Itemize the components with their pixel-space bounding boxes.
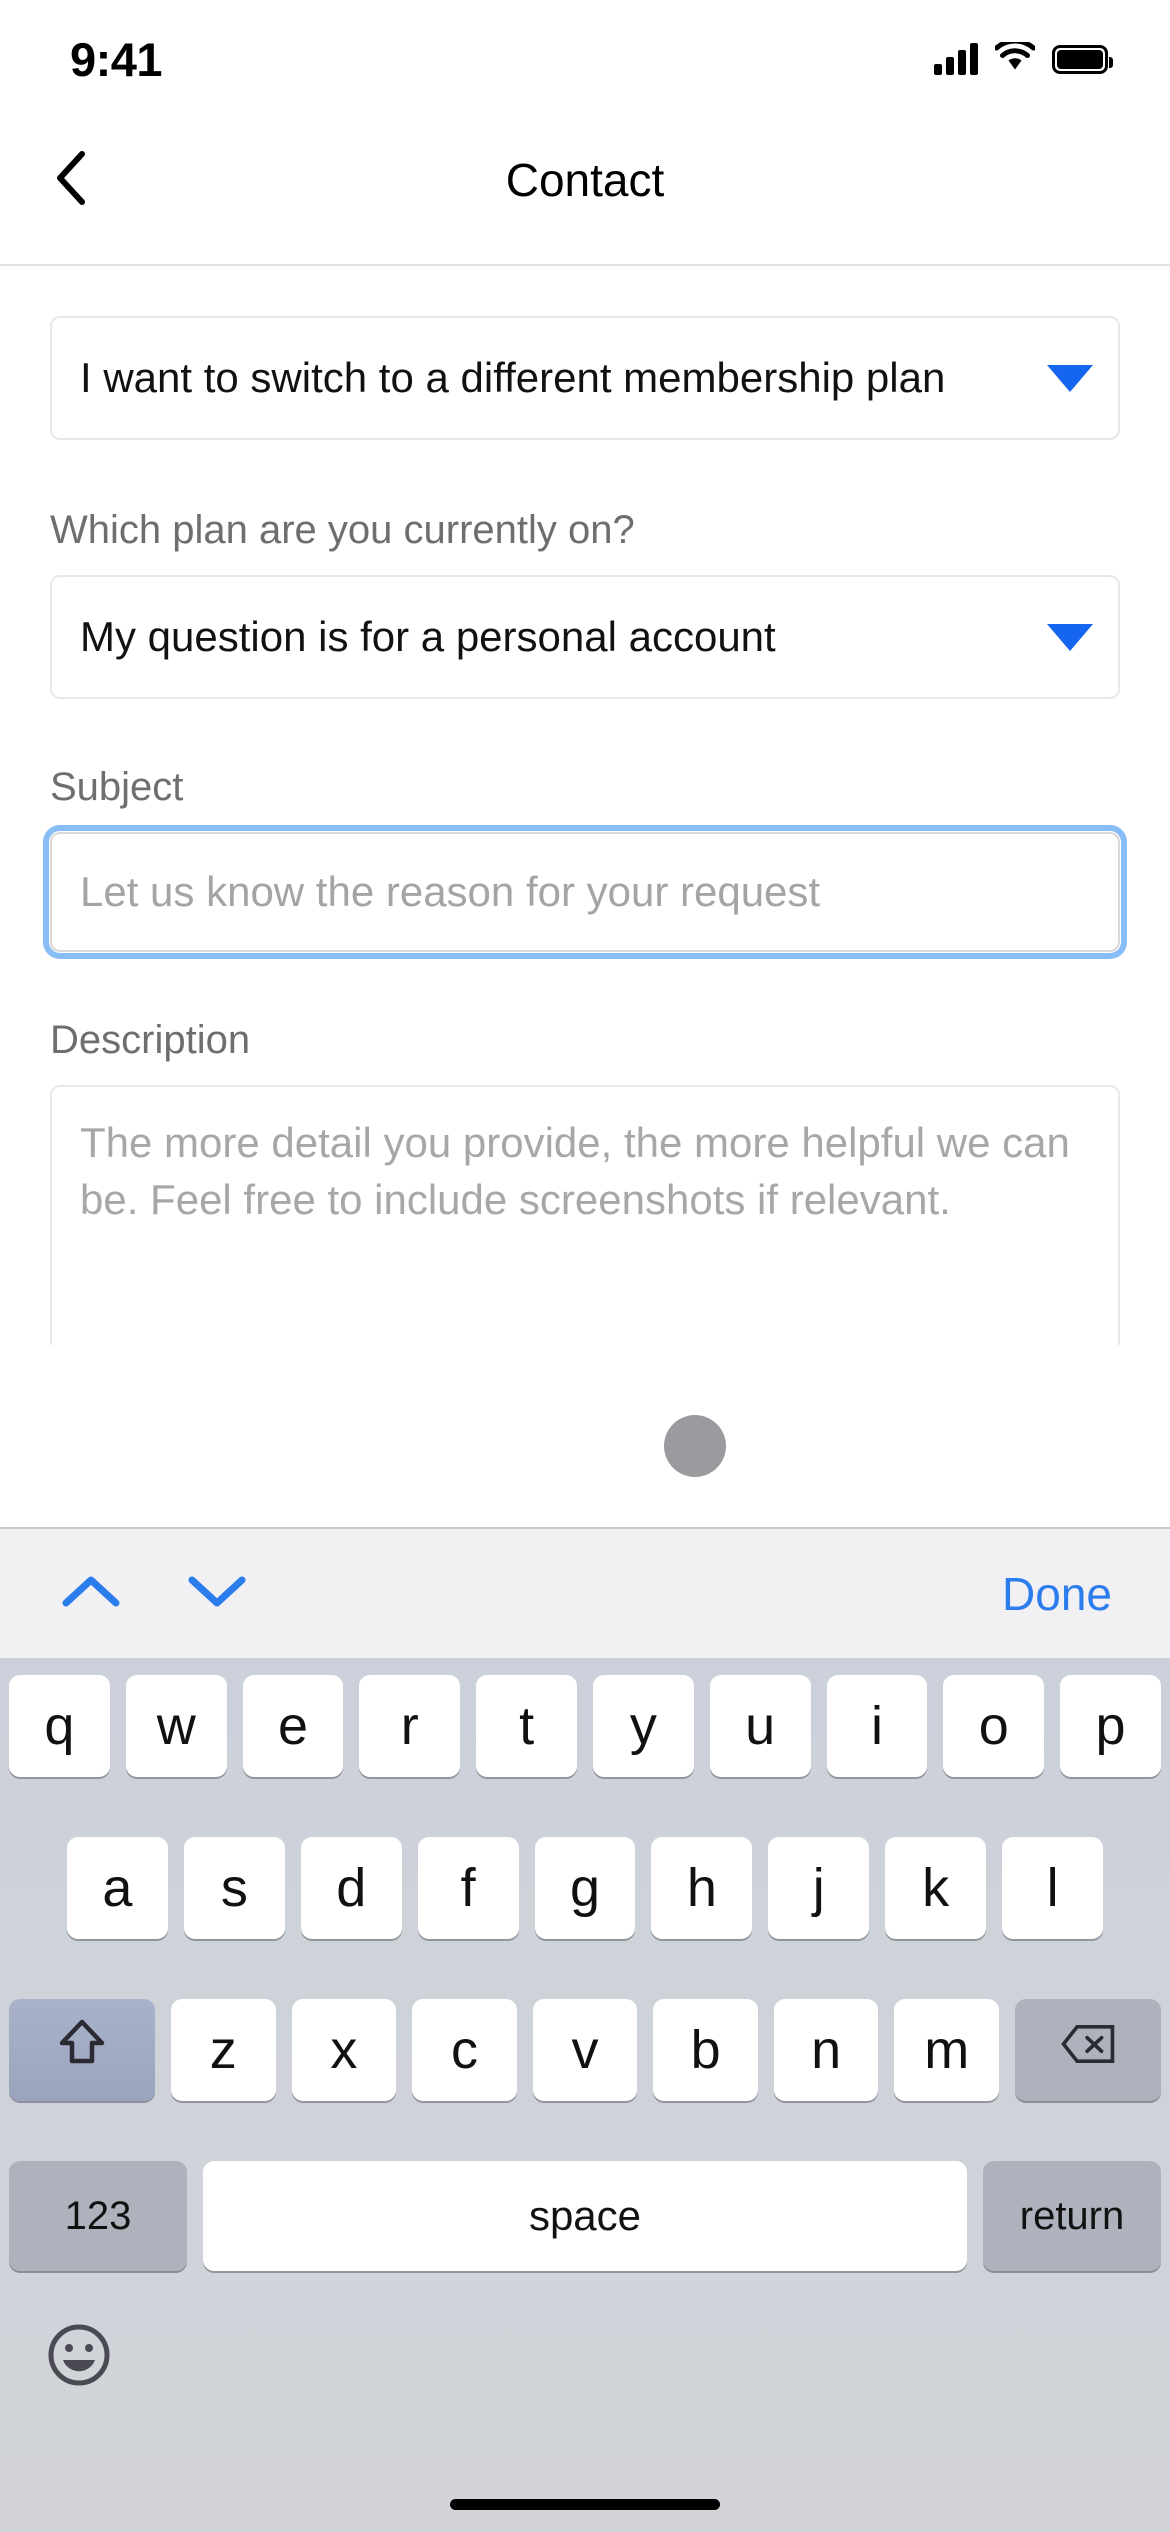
topic-select-value: I want to switch to a different membersh… <box>80 354 946 401</box>
contact-form: I want to switch to a different membersh… <box>0 268 1170 1527</box>
triangle-down-icon <box>1022 623 1118 651</box>
plan-select[interactable]: My question is for a personal account <box>50 575 1120 699</box>
subject-label: Subject <box>50 765 184 809</box>
chevron-down-icon <box>186 1571 248 1616</box>
status-icons <box>934 38 1113 77</box>
description-label: Description <box>50 1018 251 1062</box>
keyboard-bottom-bar <box>0 2308 1170 2428</box>
key-n[interactable]: n <box>773 1999 879 2101</box>
key-b[interactable]: b <box>653 1999 758 2101</box>
battery-icon <box>1052 44 1113 74</box>
touch-point <box>664 1415 726 1477</box>
key-q[interactable]: q <box>9 1675 110 1777</box>
status-time: 9:41 <box>70 32 163 86</box>
nav-bar: Contact <box>0 96 1170 266</box>
key-i[interactable]: i <box>826 1675 928 1777</box>
key-t[interactable]: t <box>476 1675 577 1777</box>
chevron-up-icon <box>60 1571 122 1616</box>
emoji-key[interactable] <box>46 2322 112 2388</box>
triangle-down-icon <box>1022 364 1118 392</box>
return-key[interactable]: return <box>983 2161 1161 2271</box>
key-x[interactable]: x <box>291 1999 397 2101</box>
prev-field-button[interactable] <box>55 1558 127 1630</box>
backspace-key[interactable] <box>1015 1999 1162 2101</box>
on-screen-keyboard: q w e r t y u i o p a s d f g h j k l z … <box>0 1658 1170 2532</box>
key-a[interactable]: a <box>67 1837 168 1939</box>
keyboard-row-2: a s d f g h j k l <box>0 1837 1170 1939</box>
emoji-smiley-icon <box>46 2324 112 2392</box>
description-placeholder: The more detail you provide, the more he… <box>80 1119 1070 1223</box>
key-y[interactable]: y <box>592 1675 694 1777</box>
description-textarea[interactable]: The more detail you provide, the more he… <box>50 1085 1120 1345</box>
numbers-key[interactable]: 123 <box>9 2161 187 2271</box>
key-w[interactable]: w <box>125 1675 227 1777</box>
shift-key[interactable] <box>9 1999 155 2101</box>
cellular-signal-icon <box>934 43 978 75</box>
key-k[interactable]: k <box>885 1837 987 1939</box>
key-g[interactable]: g <box>534 1837 636 1939</box>
wifi-icon <box>994 38 1036 77</box>
field-nav-buttons <box>55 1558 253 1630</box>
key-f[interactable]: f <box>417 1837 519 1939</box>
key-d[interactable]: d <box>300 1837 402 1939</box>
key-c[interactable]: c <box>412 1999 517 2101</box>
key-u[interactable]: u <box>709 1675 811 1777</box>
keyboard-row-1: q w e r t y u i o p <box>0 1675 1170 1777</box>
backspace-icon <box>1059 2015 1117 2086</box>
phone-screen: 9:41 Contact I want to switch to a diffe… <box>0 0 1170 2532</box>
keyboard-accessory-bar: Done <box>0 1527 1170 1658</box>
plan-label: Which plan are you currently on? <box>50 508 635 552</box>
key-p[interactable]: p <box>1060 1675 1161 1777</box>
plan-select-value: My question is for a personal account <box>80 613 776 660</box>
key-s[interactable]: s <box>183 1837 285 1939</box>
key-m[interactable]: m <box>894 1999 1000 2101</box>
key-z[interactable]: z <box>171 1999 276 2101</box>
keyboard-done-button[interactable]: Done <box>1002 1567 1112 1621</box>
key-h[interactable]: h <box>651 1837 753 1939</box>
topic-select[interactable]: I want to switch to a different membersh… <box>50 316 1120 440</box>
subject-input[interactable]: Let us know the reason for your request <box>43 825 1127 959</box>
status-bar: 9:41 <box>0 0 1170 96</box>
key-j[interactable]: j <box>768 1837 870 1939</box>
next-field-button[interactable] <box>181 1558 253 1630</box>
space-key[interactable]: space <box>203 2161 967 2271</box>
shift-arrow-icon <box>53 2015 111 2086</box>
key-r[interactable]: r <box>359 1675 461 1777</box>
key-o[interactable]: o <box>943 1675 1045 1777</box>
home-indicator <box>450 2499 720 2510</box>
key-v[interactable]: v <box>532 1999 638 2101</box>
key-e[interactable]: e <box>242 1675 344 1777</box>
subject-placeholder: Let us know the reason for your request <box>80 868 821 915</box>
key-l[interactable]: l <box>1002 1837 1104 1939</box>
keyboard-row-3: z x c v b n m <box>0 1999 1170 2101</box>
keyboard-row-4: 123 space return <box>0 2161 1170 2271</box>
page-title: Contact <box>505 154 665 206</box>
